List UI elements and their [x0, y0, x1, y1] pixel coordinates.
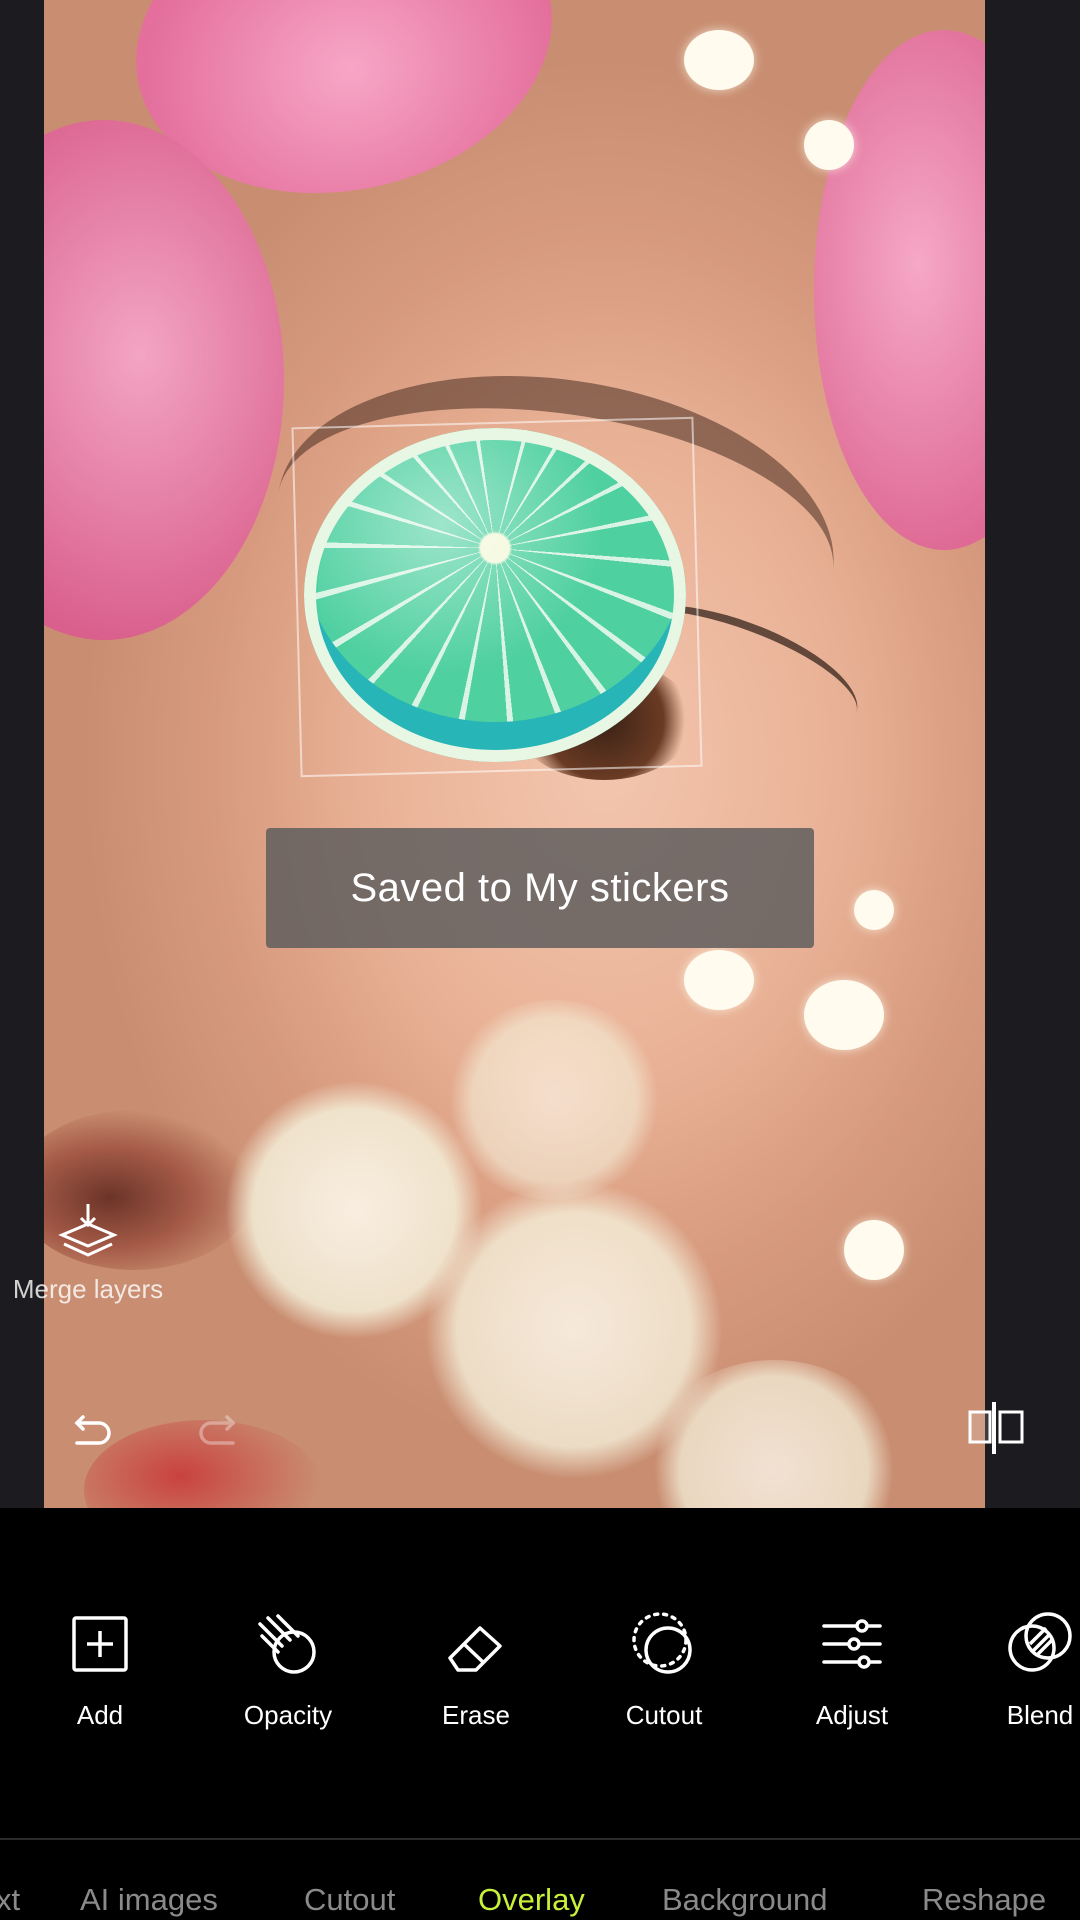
blurred-flower — [444, 1000, 664, 1200]
undo-button[interactable] — [64, 1398, 124, 1458]
tool-label: Adjust — [815, 1700, 889, 1730]
tool-label: Blend — [1006, 1700, 1074, 1730]
adjust-button[interactable]: Adjust — [772, 1608, 932, 1731]
opacity-button[interactable]: Opacity — [208, 1608, 368, 1731]
tab-cutout[interactable]: Cutout — [304, 1882, 395, 1918]
tab-overlay[interactable]: Overlay — [478, 1882, 585, 1918]
redo-button[interactable] — [186, 1398, 246, 1458]
compare-button[interactable] — [966, 1398, 1026, 1458]
tab-text[interactable]: xt — [0, 1882, 20, 1918]
undo-icon — [74, 1415, 111, 1445]
merge-layers-button[interactable]: Merge layers — [0, 1200, 176, 1305]
compare-icon — [968, 1402, 1024, 1454]
cutout-icon — [632, 1612, 692, 1674]
tab-background[interactable]: Background — [662, 1882, 827, 1918]
blend-button[interactable]: Blend — [960, 1608, 1080, 1731]
blend-icon — [1008, 1612, 1072, 1672]
babys-breath-flower — [804, 980, 884, 1050]
redo-icon — [199, 1415, 236, 1445]
sliders-icon — [822, 1619, 882, 1669]
sticker-selection-box[interactable] — [291, 416, 703, 778]
babys-breath-flower — [844, 1220, 904, 1280]
tab-ai-images[interactable]: AI images — [80, 1882, 218, 1918]
plus-square-icon — [72, 1616, 128, 1672]
tool-label: Cutout — [625, 1700, 703, 1730]
merge-layers-label: Merge layers — [12, 1274, 164, 1304]
babys-breath-flower — [854, 890, 894, 930]
babys-breath-flower — [684, 950, 754, 1010]
category-tabs: xt AI images Cutout Overlay Background R… — [0, 1840, 1080, 1920]
add-button[interactable]: Add — [20, 1608, 180, 1731]
eraser-icon — [448, 1626, 502, 1672]
flower-petal — [814, 30, 985, 550]
cutout-button[interactable]: Cutout — [584, 1608, 744, 1731]
tool-label: Opacity — [243, 1700, 333, 1730]
toast-message: Saved to My stickers — [266, 828, 814, 948]
tool-label: Erase — [442, 1700, 510, 1730]
merge-layers-icon — [58, 1204, 118, 1257]
editor-stage: Saved to My stickers Merge layers — [0, 0, 1080, 1508]
erase-button[interactable]: Erase — [396, 1608, 556, 1731]
opacity-hand-icon — [258, 1614, 316, 1674]
tool-label: Add — [76, 1700, 124, 1730]
babys-breath-flower — [804, 120, 854, 170]
tab-reshape[interactable]: Reshape — [922, 1882, 1046, 1918]
tool-bar: Add Opacity Erase Cutout Adjust Blend — [0, 1508, 1080, 1838]
flower-petal — [44, 120, 284, 640]
babys-breath-flower — [684, 30, 754, 90]
